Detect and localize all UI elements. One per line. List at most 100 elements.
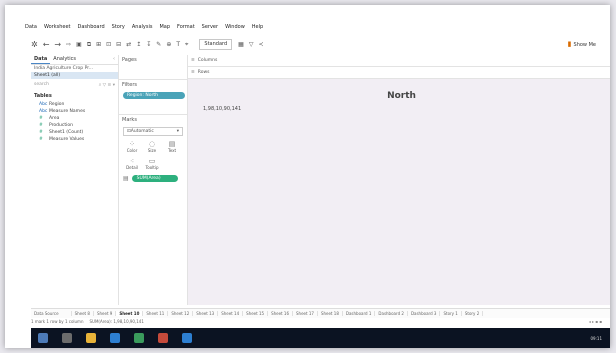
tab-sheet-9[interactable]: Sheet 9 [94, 311, 117, 316]
duplicate-icon[interactable]: ⊡ [106, 41, 111, 48]
tab-sheet-18[interactable]: Sheet 18 [318, 311, 343, 316]
menu-help[interactable]: Help [252, 24, 263, 33]
labels-icon[interactable]: T [176, 41, 180, 48]
tab-sheet-16[interactable]: Sheet 16 [268, 311, 293, 316]
clear-icon[interactable]: ⊟ [116, 41, 121, 48]
search-input[interactable]: search [34, 82, 49, 88]
save-icon[interactable]: ▣ [76, 41, 82, 48]
system-tray-clock[interactable]: 09:11 [590, 336, 602, 341]
swap-icon[interactable]: ⇄ [126, 41, 131, 48]
new-worksheet-icon[interactable]: ⊞ [96, 41, 101, 48]
sort-desc-icon[interactable]: ↧ [146, 41, 151, 48]
menu-format[interactable]: Format [177, 24, 195, 33]
tab-dashboard-3[interactable]: Dashboard 3 [408, 311, 441, 316]
app-icon[interactable] [158, 333, 168, 343]
tables-heading: Tables [34, 93, 52, 99]
filters-card[interactable]: Filters Region: North [119, 80, 187, 115]
tab-data-source[interactable]: Data Source [31, 311, 72, 316]
menu-data[interactable]: Data [25, 24, 37, 33]
show-me-button[interactable]: ▮ Show Me [568, 40, 596, 48]
mark-type-dropdown[interactable]: ⊡ Automatic ▾ [123, 127, 183, 136]
menu-story[interactable]: Story [112, 24, 125, 33]
view-size-dropdown[interactable]: Standard [199, 39, 233, 50]
chevron-down-icon: ▾ [176, 129, 179, 134]
marks-field-row: ▤ SUM(Area) [123, 175, 183, 182]
tableau-taskbar-icon[interactable] [182, 333, 192, 343]
fix-axes-icon[interactable]: ⌖ [185, 41, 188, 49]
mark-type-label: Automatic [130, 129, 154, 134]
field-region[interactable]: Abc Region [31, 101, 118, 108]
menu-map[interactable]: Map [159, 24, 170, 33]
tab-sheet-11[interactable]: Sheet 11 [143, 311, 169, 316]
field-label: Production [49, 123, 73, 128]
start-icon[interactable] [38, 333, 48, 343]
menu-analysis[interactable]: Analysis [132, 24, 153, 33]
text-label: Text [167, 148, 177, 153]
text-button[interactable]: ▤ Text [163, 139, 181, 154]
show-cards-icon[interactable]: ▦ [238, 41, 244, 48]
field-production[interactable]: # Production [31, 122, 118, 129]
tab-dashboard-1[interactable]: Dashboard 1 [343, 311, 376, 316]
file-explorer-icon[interactable] [86, 333, 96, 343]
tab-dashboard-2[interactable]: Dashboard 2 [375, 311, 408, 316]
sort-asc-icon[interactable]: ↥ [136, 41, 141, 48]
menu-window[interactable]: Window [225, 24, 245, 33]
data-pane: Data Analytics ‹ India Agriculture Crop … [31, 55, 119, 305]
presentation-icon[interactable]: ▽ [249, 41, 254, 48]
add-datasource-icon[interactable]: ⧉ [87, 41, 91, 49]
tab-story-1[interactable]: Story 1 [440, 311, 462, 316]
search-taskbar-icon[interactable] [62, 333, 72, 343]
field-area[interactable]: # Area [31, 115, 118, 122]
tab-sheet-12[interactable]: Sheet 12 [168, 311, 194, 316]
datasource-item[interactable]: India Agriculture Crop Pr... [31, 65, 118, 72]
detail-button[interactable]: ⁖ Detail [123, 156, 141, 171]
rows-shelf[interactable]: ≡ Rows [188, 67, 610, 79]
app-window: Data Worksheet Dashboard Story Analysis … [5, 5, 610, 348]
tab-sheet-13[interactable]: Sheet 13 [193, 311, 219, 316]
datasource-item-active[interactable]: Sheet1 (all) [31, 72, 118, 79]
number-type-icon: # [39, 116, 43, 121]
share-icon[interactable]: ≺ [258, 41, 263, 48]
tab-sheet-17[interactable]: Sheet 17 [293, 311, 318, 316]
highlight-icon[interactable]: ✎ [156, 41, 161, 48]
browser-icon[interactable] [110, 333, 120, 343]
field-label: Measure Names [49, 109, 86, 114]
columns-label: Columns [197, 58, 218, 63]
group-icon[interactable]: ⊕ [166, 41, 171, 48]
redo-icon[interactable]: → [54, 40, 61, 49]
excel-icon[interactable] [134, 333, 144, 343]
sum-status: SUM(Area): 1,98,10,90,141 [89, 319, 144, 324]
view-canvas: ≡ Columns ≡ Rows North 1,98,10,90,141 [188, 55, 610, 305]
tab-sheet-8[interactable]: Sheet 8 [72, 311, 94, 316]
tab-sheet-14[interactable]: Sheet 14 [218, 311, 244, 316]
menu-server[interactable]: Server [202, 24, 218, 33]
pages-card[interactable]: Pages [119, 55, 187, 80]
color-button[interactable]: ⁘ Color [123, 139, 141, 154]
color-label: Color [126, 148, 138, 153]
field-measure-values[interactable]: # Measure Values [31, 136, 118, 143]
tab-sheet-10[interactable]: Sheet 10 [116, 311, 144, 316]
tab-data[interactable]: Data [31, 55, 51, 64]
menu-worksheet[interactable]: Worksheet [44, 24, 71, 33]
field-sheet-count[interactable]: # Sheet1 (Count) [31, 129, 118, 136]
filter-sort-icon[interactable]: ⌕ ▽ ≡ ▾ [99, 82, 115, 88]
tooltip-button[interactable]: ▭ Tooltip [143, 156, 161, 171]
sum-area-pill[interactable]: SUM(Area) [131, 175, 178, 182]
undo-icon[interactable]: ← [43, 40, 50, 49]
menu-dashboard[interactable]: Dashboard [78, 24, 105, 33]
new-datasource-icon[interactable]: ⇨ [66, 41, 71, 48]
minimize-icon[interactable]: ‹ [110, 55, 118, 64]
field-measure-names[interactable]: Abc Measure Names [31, 108, 118, 115]
tab-story-2[interactable]: Story 2 [462, 311, 484, 316]
number-type-icon: # [39, 137, 43, 142]
filter-pill-region[interactable]: Region: North [123, 92, 185, 99]
columns-shelf[interactable]: ≡ Columns [188, 55, 610, 67]
tab-analytics[interactable]: Analytics [50, 55, 79, 64]
view-value-text[interactable]: 1,98,10,90,141 [203, 106, 241, 112]
tab-sheet-15[interactable]: Sheet 15 [243, 311, 269, 316]
rows-label: Rows [197, 70, 210, 75]
tableau-logo-icon[interactable]: ✲ [31, 40, 38, 49]
sheet-nav-arrows[interactable]: ◂ ▸ ▪ ▪ [589, 319, 602, 324]
marks-title: Marks [122, 117, 137, 123]
size-button[interactable]: ◌ Size [143, 139, 161, 154]
